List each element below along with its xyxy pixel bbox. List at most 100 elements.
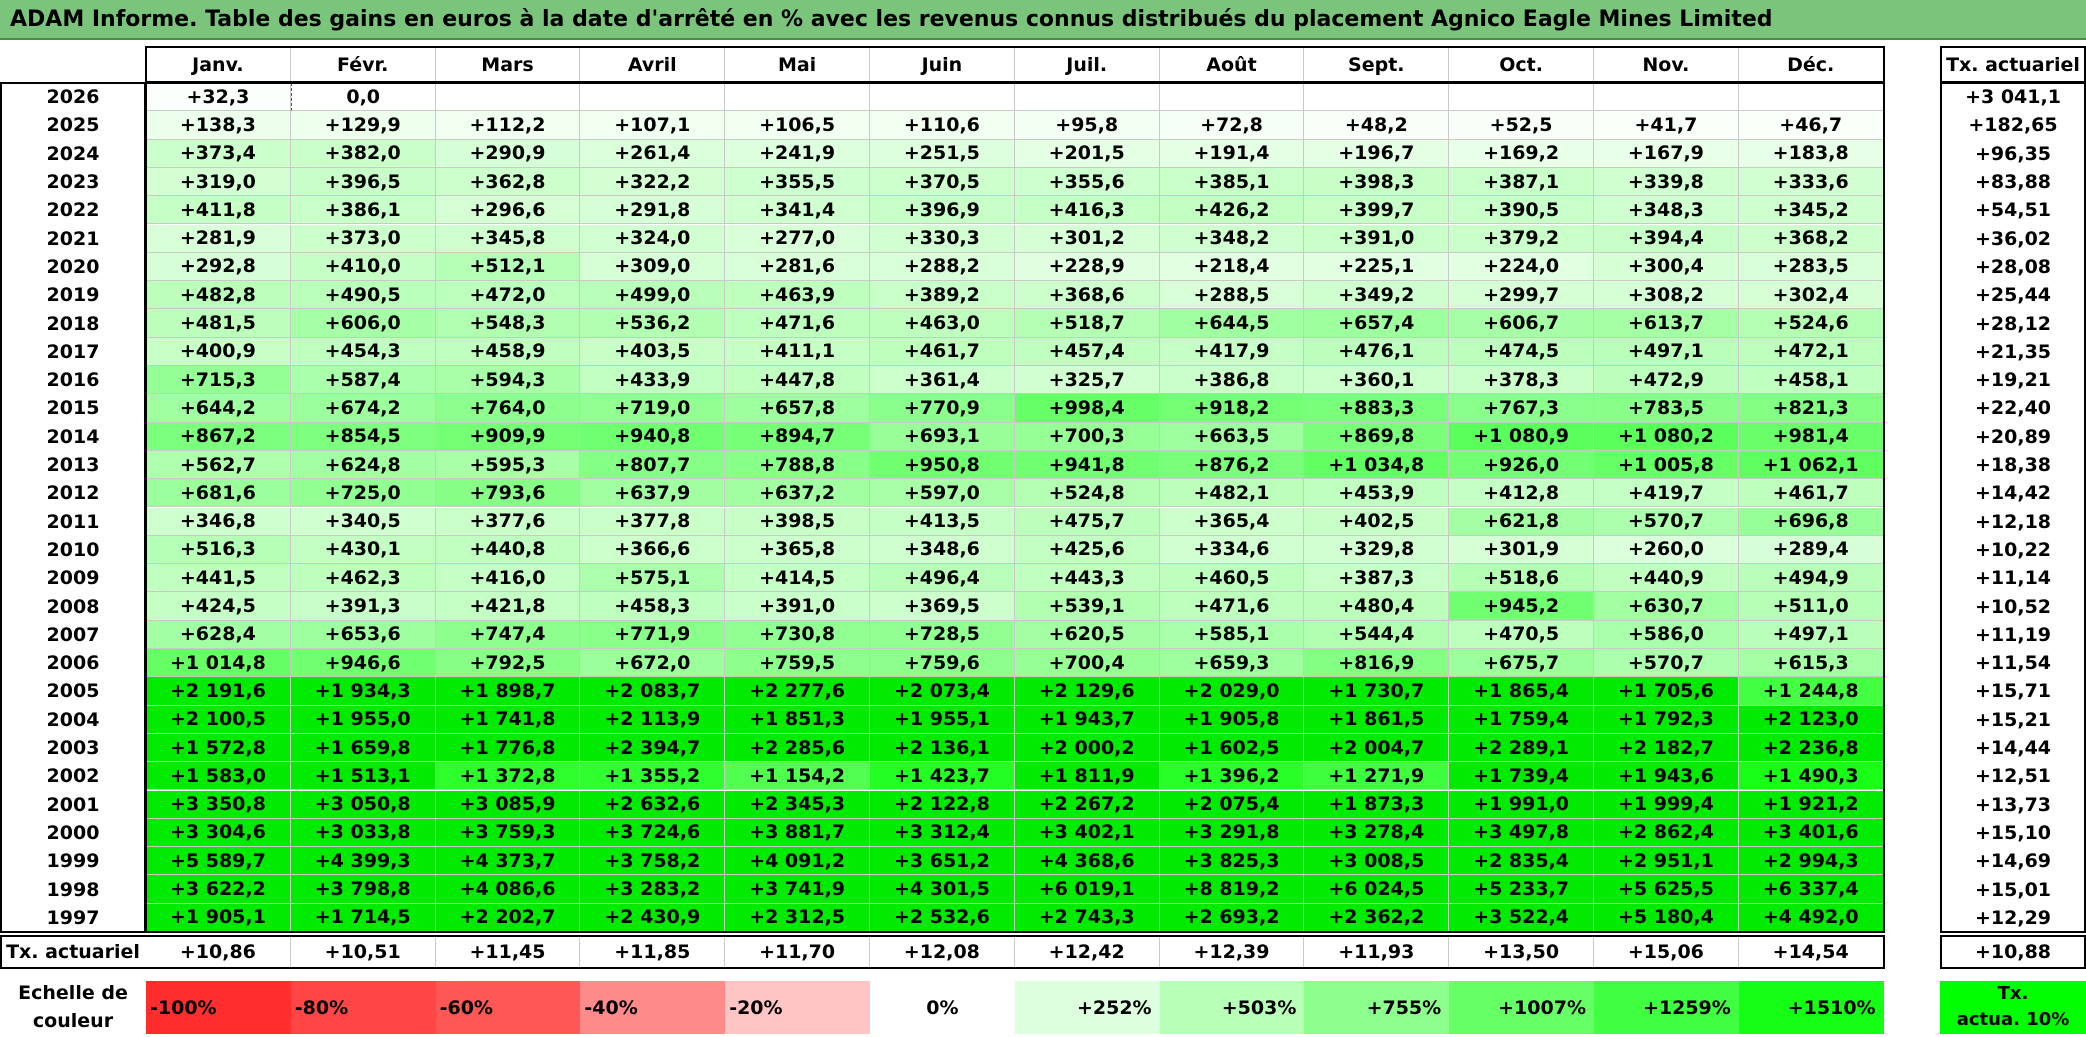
- gain-cell: +2 345,3: [725, 790, 870, 819]
- gain-cell: +370,5: [870, 167, 1015, 197]
- gain-cell: +788,8: [725, 450, 870, 480]
- gain-cell: +1 396,2: [1159, 762, 1305, 791]
- gain-cell: +391,0: [1304, 224, 1450, 253]
- rate-cell: +28,12: [1974, 312, 2052, 335]
- gain-cell: +1 905,1: [146, 903, 291, 932]
- rate-cell: +11,19: [1974, 623, 2052, 646]
- month-header: Juil.: [1015, 47, 1160, 83]
- gain-cell: +3 622,2: [146, 875, 291, 904]
- month-header: Juin: [870, 47, 1015, 83]
- rate-cell: +3 041,1: [1965, 86, 2061, 109]
- gain-cell: +281,9: [146, 224, 291, 253]
- gain-cell: +482,8: [146, 281, 291, 310]
- gain-cell: +396,5: [290, 167, 436, 197]
- rate-cell: +54,51: [1974, 199, 2052, 222]
- gain-cell: +536,2: [580, 309, 726, 338]
- gain-cell: +630,7: [1594, 592, 1739, 621]
- gain-cell: +1 991,0: [1449, 790, 1594, 819]
- gain-cell: +3 741,9: [725, 875, 870, 904]
- year-label: 2025: [46, 114, 100, 137]
- gain-cell: +945,2: [1449, 592, 1594, 621]
- gain-cell: +433,9: [580, 366, 726, 395]
- gain-cell: +1 955,1: [870, 705, 1015, 734]
- gain-cell: +398,5: [725, 507, 870, 536]
- gain-cell: +201,5: [1014, 139, 1160, 168]
- year-label: 2011: [46, 510, 100, 533]
- footer-rate-cell: +14,54: [1739, 936, 1884, 968]
- rate-cell: +15,21: [1974, 708, 2052, 731]
- gain-cell: +4 091,2: [725, 847, 870, 876]
- gain-cell: +793,6: [435, 479, 581, 508]
- rate-header: Tx. actuariel: [1946, 54, 2080, 76]
- gain-cell: +894,7: [725, 422, 870, 451]
- gain-cell: +1 244,8: [1738, 677, 1884, 706]
- gain-cell: +594,3: [435, 366, 581, 395]
- gain-cell: +2 122,8: [870, 790, 1015, 819]
- gain-cell: +32,3: [146, 83, 291, 112]
- rate-cell: +36,02: [1974, 227, 2052, 250]
- gain-cell: +1 490,3: [1738, 762, 1884, 791]
- gain-cell: +472,9: [1594, 366, 1739, 395]
- gain-cell: +2 000,2: [1014, 733, 1160, 763]
- gain-cell: +251,5: [870, 139, 1015, 168]
- year-label: 2024: [46, 142, 100, 165]
- gain-cell: +496,4: [870, 564, 1015, 593]
- color-scale-stop: -80%: [290, 981, 436, 1034]
- gain-cell: +138,3: [146, 111, 291, 140]
- year-label: 2021: [46, 227, 100, 250]
- year-label: 2026: [46, 86, 100, 109]
- year-label: 2019: [46, 284, 100, 307]
- year-label: 1999: [46, 850, 100, 873]
- rate-cell: +18,38: [1974, 454, 2052, 477]
- gain-cell: +300,4: [1594, 252, 1739, 282]
- gain-cell: +8 819,2: [1159, 875, 1305, 904]
- month-header: Sept.: [1304, 47, 1450, 83]
- gain-cell: +72,8: [1159, 111, 1305, 140]
- gain-cell: +672,0: [580, 649, 726, 678]
- gain-cell: +518,6: [1449, 564, 1594, 593]
- gain-cell: +414,5: [725, 564, 870, 593]
- month-header: Oct.: [1449, 47, 1594, 83]
- gain-cell: +5 180,4: [1594, 903, 1739, 932]
- rate-cell: +182,65: [1968, 114, 2058, 137]
- rate-cell: +22,40: [1974, 397, 2052, 420]
- year-label: 2003: [46, 737, 100, 760]
- gain-cell: +324,0: [580, 224, 726, 253]
- month-header: Mai: [725, 47, 870, 83]
- gain-cell: +657,4: [1304, 309, 1450, 338]
- gain-cell: +430,1: [290, 535, 436, 565]
- gain-cell: +615,3: [1738, 649, 1884, 678]
- gain-cell: +2 394,7: [580, 733, 726, 763]
- gain-cell: +2 100,5: [146, 705, 291, 734]
- gain-cell: +394,4: [1594, 224, 1739, 253]
- gain-cell: +2 277,6: [725, 677, 870, 706]
- gain-cell: +725,0: [290, 479, 436, 508]
- gain-cell: +585,1: [1159, 620, 1305, 649]
- footer-rate-cell: +11,70: [725, 936, 870, 968]
- gain-cell: +3 350,8: [146, 790, 291, 819]
- gain-cell: +2 123,0: [1738, 705, 1884, 734]
- year-label: 2009: [46, 567, 100, 590]
- gain-cell: +759,5: [725, 649, 870, 678]
- gain-cell: +373,0: [290, 224, 436, 253]
- gain-cell: +41,7: [1594, 111, 1739, 140]
- gain-cell: +1 423,7: [870, 762, 1015, 791]
- gain-cell: +497,1: [1594, 337, 1739, 366]
- gain-cell: +940,8: [580, 422, 726, 451]
- gain-cell: +1 934,3: [290, 677, 436, 706]
- gain-cell: +2 113,9: [580, 705, 726, 734]
- gain-cell: +447,8: [725, 366, 870, 395]
- gain-cell: +3 033,8: [290, 818, 436, 848]
- gain-cell: [1159, 83, 1305, 112]
- gain-cell: +228,9: [1014, 252, 1160, 282]
- gain-cell: +2 075,4: [1159, 790, 1305, 819]
- gain-cell: +1 739,4: [1449, 762, 1594, 791]
- color-scale-stop: -20%: [725, 981, 870, 1034]
- gain-cell: +224,0: [1449, 252, 1594, 282]
- gain-cell: +637,9: [580, 479, 726, 508]
- gain-cell: +4 373,7: [435, 847, 581, 876]
- rate-cell: +15,71: [1974, 680, 2052, 703]
- gain-cell: +4 086,6: [435, 875, 581, 904]
- rate-cell: +15,10: [1974, 821, 2052, 844]
- gain-cell: +454,3: [290, 337, 436, 366]
